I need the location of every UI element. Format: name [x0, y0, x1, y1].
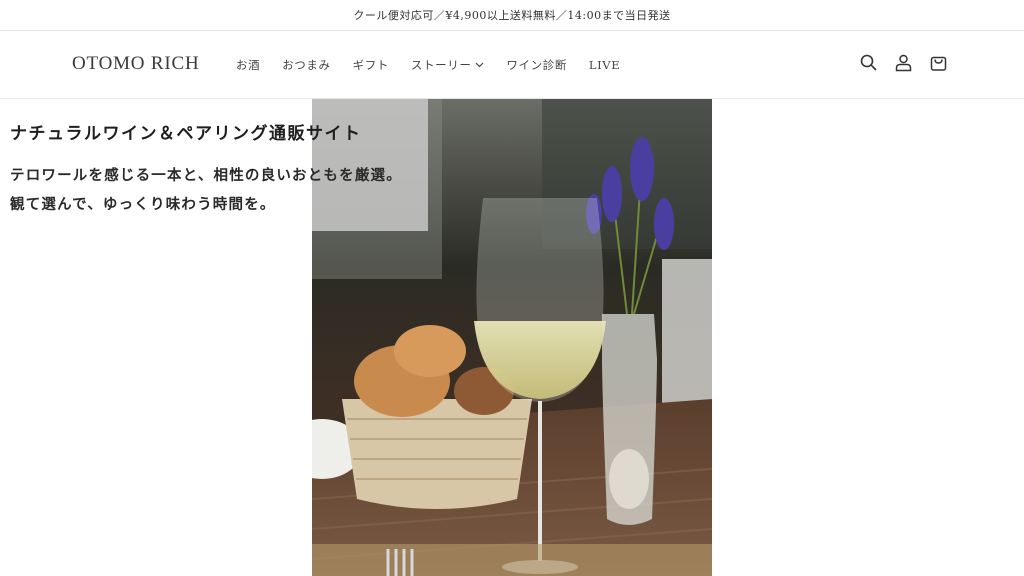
- hero-subtitle: テロワールを感じる一本と、相性の良いおともを厳選。 観て選んで、ゆっくり味わう時…: [10, 161, 402, 219]
- announcement-bar: クール便対応可／¥4,900以上送料無料／14:00まで当日発送: [0, 0, 1024, 31]
- site-header: OTOMO RICH お酒 おつまみ ギフト ストーリー ワイン診断 LIVE: [0, 31, 1024, 99]
- nav-item-snacks[interactable]: おつまみ: [282, 57, 330, 73]
- announcement-text: クール便対応可／¥4,900以上送料無料／14:00まで当日発送: [353, 9, 671, 22]
- nav-item-story[interactable]: ストーリー: [411, 57, 485, 73]
- nav-item-sake[interactable]: お酒: [236, 57, 260, 73]
- nav-item-wine-quiz[interactable]: ワイン診断: [506, 57, 567, 73]
- hero-subtitle-line-2: 観て選んで、ゆっくり味わう時間を。: [10, 196, 276, 213]
- main-nav: お酒 おつまみ ギフト ストーリー ワイン診断 LIVE: [236, 57, 642, 73]
- hero-subtitle-line-1: テロワールを感じる一本と、相性の良いおともを厳選。: [10, 167, 402, 184]
- site-logo[interactable]: OTOMO RICH: [72, 53, 199, 75]
- account-icon[interactable]: [894, 53, 913, 72]
- search-icon[interactable]: [859, 53, 878, 72]
- cart-icon[interactable]: [929, 53, 948, 72]
- chevron-down-icon: [475, 62, 484, 68]
- nav-item-gift[interactable]: ギフト: [353, 57, 389, 73]
- hero-title: ナチュラルワイン＆ペアリング通販サイト: [10, 124, 362, 144]
- nav-item-live[interactable]: LIVE: [589, 57, 620, 73]
- header-icons: [859, 53, 948, 72]
- hero-section: ナチュラルワイン＆ペアリング通販サイト テロワールを感じる一本と、相性の良いおと…: [0, 99, 1024, 576]
